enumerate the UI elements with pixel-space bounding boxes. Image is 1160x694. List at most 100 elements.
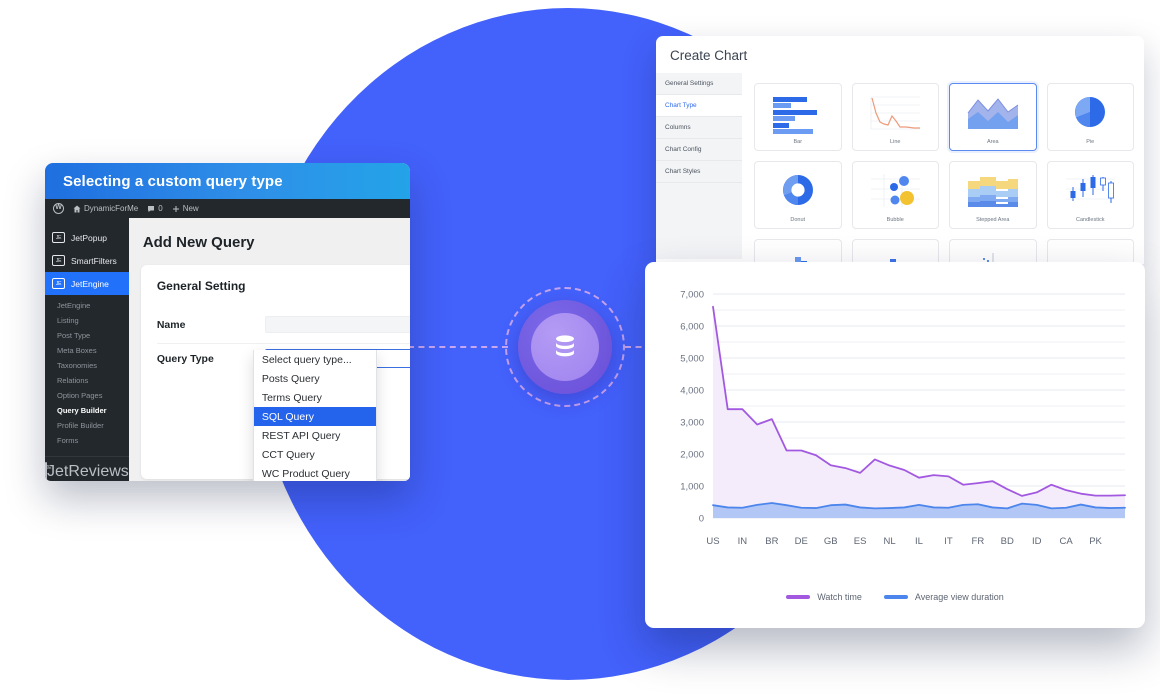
wp-sidebar-bottom-group: JetReviews xyxy=(45,456,129,481)
jetplugin-icon xyxy=(52,255,65,266)
connector-line-left xyxy=(408,346,508,348)
tab-general-settings[interactable]: General Settings xyxy=(656,73,742,95)
stepped-area-chart-icon xyxy=(967,177,1018,207)
tab-chart-styles[interactable]: Chart Styles xyxy=(656,161,742,183)
pie-chart-icon xyxy=(1075,97,1106,127)
comment-icon xyxy=(148,205,155,212)
chart-type-label: Area xyxy=(986,139,999,145)
submenu-item-jetengine[interactable]: JetEngine xyxy=(57,298,129,313)
submenu-item-query-builder[interactable]: Query Builder xyxy=(57,403,129,418)
dropdown-option-selected[interactable]: SQL Query xyxy=(253,407,376,426)
sidebar-item-smartfilters[interactable]: SmartFilters xyxy=(45,249,129,272)
svg-text:ES: ES xyxy=(854,536,867,547)
window-title: Selecting a custom query type xyxy=(63,172,283,190)
legend-label: Watch time xyxy=(817,592,862,602)
chart-type-label: Pie xyxy=(1086,139,1095,145)
chart-type-card-geo-map[interactable] xyxy=(1046,239,1134,264)
svg-text:DE: DE xyxy=(795,536,808,547)
chart-type-card-column[interactable] xyxy=(851,239,939,264)
svg-text:US: US xyxy=(706,536,719,547)
wp-sidebar-submenu: JetEngine Listing Post Type Meta Boxes T… xyxy=(45,295,129,454)
chart-type-card-histogram[interactable] xyxy=(754,239,842,264)
area-chart-plot: 0 1,000 2,000 3,000 4,000 5,000 6,000 7,000 US IN… xyxy=(680,290,1126,547)
dropdown-option[interactable]: Terms Query xyxy=(254,388,376,407)
submenu-item-listing[interactable]: Listing xyxy=(57,313,129,328)
tab-columns[interactable]: Columns xyxy=(656,117,742,139)
submenu-item-forms[interactable]: Forms xyxy=(57,433,129,448)
create-chart-panel: Create Chart General Settings Chart Type… xyxy=(656,36,1144,264)
sidebar-item-label: JetReviews xyxy=(47,463,129,480)
chart-type-label: Stepped Area xyxy=(976,217,1010,223)
adminbar-site[interactable]: DynamicForMe xyxy=(73,204,138,213)
wp-body: JetPopup SmartFilters JetEngine JetEngin… xyxy=(45,218,410,481)
sidebar-item-jetengine[interactable]: JetEngine xyxy=(45,272,129,295)
chart-type-card-donut[interactable]: Donut xyxy=(754,161,842,229)
svg-text:3,000: 3,000 xyxy=(680,418,704,429)
svg-text:IN: IN xyxy=(738,536,748,547)
legend-item-watch-time[interactable]: Watch time xyxy=(786,592,862,602)
adminbar-site-name: DynamicForMe xyxy=(84,204,139,213)
chart-type-card-bar[interactable]: Bar xyxy=(754,83,842,151)
svg-text:IL: IL xyxy=(915,536,923,547)
area-chart-icon xyxy=(967,98,1019,129)
jetplugin-icon xyxy=(45,462,47,481)
name-field-label: Name xyxy=(156,318,186,331)
submenu-item-taxonomies[interactable]: Taxonomies xyxy=(57,358,129,373)
tab-chart-config[interactable]: Chart Config xyxy=(656,139,742,161)
tab-chart-type[interactable]: Chart Type xyxy=(656,95,742,117)
chart-type-card-pie[interactable]: Pie xyxy=(1046,83,1134,151)
page-title: Add New Query xyxy=(142,234,255,251)
svg-text:0: 0 xyxy=(699,514,704,525)
submenu-item-relations[interactable]: Relations xyxy=(57,373,129,388)
wp-admin-bar: DynamicForMe 0 New xyxy=(45,199,410,218)
svg-text:PK: PK xyxy=(1089,536,1102,547)
query-type-field-label: Query Type xyxy=(156,352,214,365)
candlestick-chart-icon xyxy=(1066,175,1116,203)
chart-type-card-scatter[interactable] xyxy=(949,239,1037,264)
database-badge-ring-inner xyxy=(531,313,599,381)
svg-text:BD: BD xyxy=(1001,536,1014,547)
submenu-item-option-pages[interactable]: Option Pages xyxy=(57,388,129,403)
name-input[interactable] xyxy=(264,316,410,333)
chart-type-card-bubble[interactable]: Bubble xyxy=(851,161,939,229)
dropdown-option[interactable]: Select query type... xyxy=(254,350,376,369)
window-titlebar: Selecting a custom query type xyxy=(45,163,410,199)
svg-text:IT: IT xyxy=(944,536,953,547)
legend-item-average-view-duration[interactable]: Average view duration xyxy=(883,592,1004,602)
svg-text:BR: BR xyxy=(765,536,778,547)
chart-type-card-candlestick[interactable]: Candlestick xyxy=(1046,161,1134,229)
dropdown-option[interactable]: Posts Query xyxy=(254,369,376,388)
sidebar-item-jetreviews[interactable]: JetReviews xyxy=(45,462,129,481)
sidebar-item-jetpopup[interactable]: JetPopup xyxy=(45,226,129,249)
field-row-name: Name xyxy=(156,311,410,344)
chart-type-label: Bar xyxy=(793,139,803,145)
submenu-item-meta-boxes[interactable]: Meta Boxes xyxy=(57,343,129,358)
create-chart-sidebar: General Settings Chart Type Columns Char… xyxy=(656,73,742,259)
database-icon xyxy=(556,335,574,357)
chart-type-label: Bubble xyxy=(886,217,904,223)
dropdown-option[interactable]: REST API Query xyxy=(254,426,376,445)
svg-text:7,000: 7,000 xyxy=(680,290,704,301)
svg-text:4,000: 4,000 xyxy=(680,386,704,397)
chart-type-card-line[interactable]: Line xyxy=(851,83,939,151)
bar-chart-icon xyxy=(772,97,817,134)
dropdown-option[interactable]: CCT Query xyxy=(254,445,376,464)
line-chart-icon xyxy=(870,96,921,130)
wp-admin-sidebar: JetPopup SmartFilters JetEngine JetEngin… xyxy=(45,218,129,481)
chart-type-card-stepped-area[interactable]: Stepped Area xyxy=(949,161,1037,229)
analytics-chart-card: 0 1,000 2,000 3,000 4,000 5,000 6,000 7,000 US IN… xyxy=(645,262,1145,628)
submenu-item-post-type[interactable]: Post Type xyxy=(57,328,129,343)
adminbar-new[interactable]: New xyxy=(172,204,199,213)
query-type-dropdown-list[interactable]: Select query type... Posts Query Terms Q… xyxy=(252,350,377,481)
dropdown-option[interactable]: WC Product Query xyxy=(254,464,376,481)
adminbar-comments[interactable]: 0 xyxy=(147,204,163,213)
create-chart-body: General Settings Chart Type Columns Char… xyxy=(656,73,1144,264)
wordpress-admin-window: Selecting a custom query type DynamicFor… xyxy=(45,163,410,481)
wordpress-icon[interactable] xyxy=(53,202,64,214)
card-title: General Setting xyxy=(156,279,246,293)
submenu-item-profile-builder[interactable]: Profile Builder xyxy=(57,418,129,433)
chart-type-card-area[interactable]: Area xyxy=(949,83,1037,151)
sidebar-item-label: JetEngine xyxy=(71,278,109,289)
chart-type-label: Candlestick xyxy=(1076,217,1105,223)
svg-text:6,000: 6,000 xyxy=(680,322,704,333)
